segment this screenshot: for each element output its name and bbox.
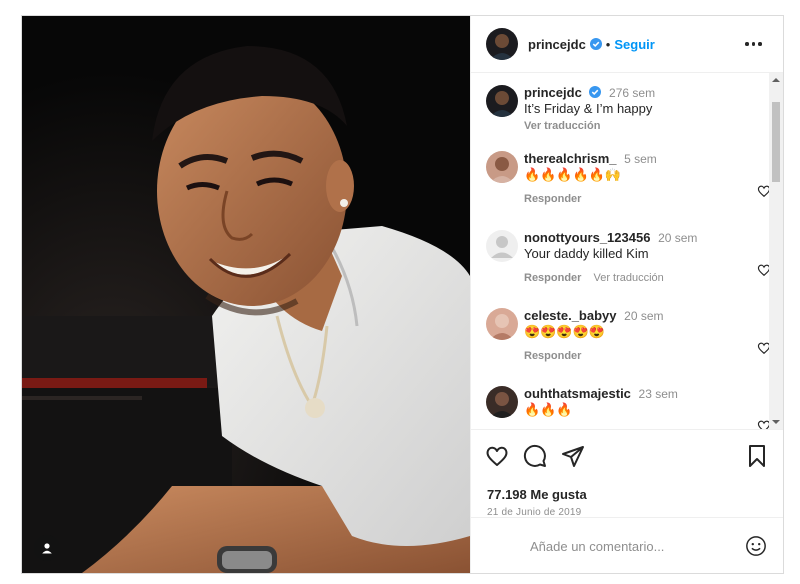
caption-username[interactable]: princejdc [524, 85, 582, 100]
comments-list[interactable]: princejdc 276 sem It’s Friday & I’m happ… [471, 73, 783, 429]
comment-composer [471, 517, 783, 574]
comment-row: ouhthatsmajestic 23 sem 🔥🔥🔥 [486, 386, 763, 418]
caption-time[interactable]: 276 sem [609, 86, 655, 100]
verified-badge-icon [589, 38, 602, 50]
avatar[interactable] [486, 151, 518, 183]
post-modal: princejdc • Seguir princejdc 276 sem It’… [21, 15, 784, 574]
user-tag-icon [42, 543, 52, 554]
scrollbar-thumb[interactable] [772, 102, 780, 182]
action-bar [485, 443, 769, 469]
comment-row: celeste._babyy 20 sem 😍😍😍😍😍 Responder [486, 308, 763, 364]
post-photo[interactable] [22, 16, 470, 573]
verified-badge-icon [589, 86, 602, 98]
comment-time[interactable]: 20 sem [658, 231, 697, 245]
likes-count[interactable]: 77.198 Me gusta [487, 487, 587, 502]
reply-button[interactable]: Responder [524, 270, 581, 286]
comment-text: 😍😍😍😍😍 [524, 324, 605, 339]
bookmark-icon[interactable] [745, 444, 769, 468]
comment-actions: Responder [524, 191, 657, 207]
scroll-down-arrow-icon[interactable] [772, 420, 780, 424]
avatar[interactable] [486, 85, 518, 117]
reply-button[interactable]: Responder [524, 191, 581, 207]
user-tag-button[interactable] [34, 535, 60, 561]
comment-username[interactable]: nonottyours_123456 [524, 230, 650, 245]
caption-row: princejdc 276 sem It’s Friday & I’m happ… [486, 85, 763, 134]
comments-scrollbar[interactable] [769, 73, 783, 429]
more-options-icon[interactable] [745, 35, 765, 53]
comment-row: therealchrism_ 5 sem 🔥🔥🔥🔥🔥🙌 Responder [486, 151, 763, 207]
comment-actions: Responder [524, 348, 664, 364]
comment-input[interactable] [528, 537, 745, 555]
comment-username[interactable]: celeste._babyy [524, 308, 617, 323]
emoji-icon[interactable] [745, 535, 767, 557]
post-sidebar: princejdc • Seguir princejdc 276 sem It’… [470, 16, 783, 573]
caption-actions: Ver traducción [524, 118, 655, 134]
comment-text: 🔥🔥🔥 [524, 402, 573, 417]
comment-username[interactable]: ouhthatsmajestic [524, 386, 631, 401]
comment-time[interactable]: 5 sem [624, 152, 657, 166]
translate-link[interactable]: Ver traducción [524, 118, 600, 134]
comment-time[interactable]: 23 sem [639, 387, 678, 401]
comment-username[interactable]: therealchrism_ [524, 151, 617, 166]
avatar[interactable] [486, 230, 518, 262]
avatar[interactable] [486, 308, 518, 340]
comment-text: 🔥🔥🔥🔥🔥🙌 [524, 167, 622, 182]
avatar[interactable] [486, 28, 518, 60]
post-username[interactable]: princejdc [528, 37, 586, 52]
caption-text: It’s Friday & I’m happy [524, 101, 653, 116]
reply-button[interactable]: Responder [524, 348, 581, 364]
comment-actions: Responder Ver traducción [524, 270, 697, 286]
share-icon[interactable] [561, 444, 585, 468]
post-header: princejdc • Seguir [471, 16, 783, 73]
comment-time[interactable]: 20 sem [624, 309, 663, 323]
post-actions: 77.198 Me gusta 21 de Junio de 2019 [471, 429, 783, 574]
post-image [22, 16, 470, 573]
follow-button[interactable]: Seguir [614, 37, 654, 52]
translate-link[interactable]: Ver traducción [593, 270, 663, 286]
comment-text: Your daddy killed Kim [524, 246, 649, 261]
comment-icon[interactable] [523, 444, 547, 468]
avatar[interactable] [486, 386, 518, 418]
comment-row: nonottyours_123456 20 sem Your daddy kil… [486, 230, 763, 286]
scroll-up-arrow-icon[interactable] [772, 78, 780, 82]
separator-dot: • [605, 36, 611, 52]
heart-icon[interactable] [485, 444, 509, 468]
